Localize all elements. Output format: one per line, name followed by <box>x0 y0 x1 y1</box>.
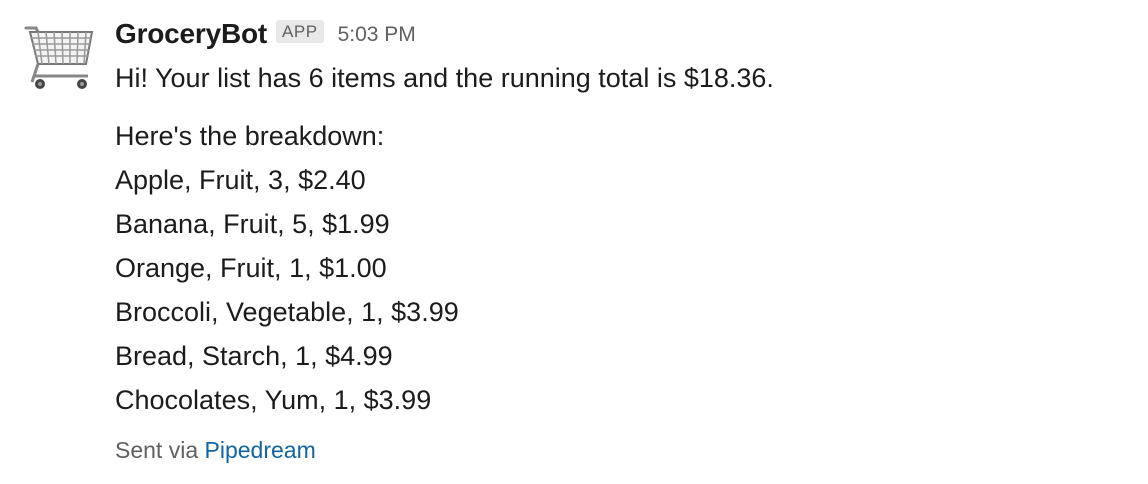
list-item: Broccoli, Vegetable, 1, $3.99 <box>115 297 459 327</box>
list-item: Apple, Fruit, 3, $2.40 <box>115 165 366 195</box>
chat-message: GroceryBot APP 5:03 PM Hi! Your list has… <box>0 0 1148 484</box>
list-item: Banana, Fruit, 5, $1.99 <box>115 209 390 239</box>
message-intro: Hi! Your list has 6 items and the runnin… <box>115 63 774 93</box>
pipedream-link[interactable]: Pipedream <box>205 437 316 463</box>
shopping-cart-icon[interactable] <box>22 20 96 94</box>
message-footer: Sent via Pipedream <box>115 437 1125 464</box>
breakdown-heading: Here's the breakdown: <box>115 121 385 151</box>
message-timestamp[interactable]: 5:03 PM <box>338 23 416 47</box>
footer-prefix: Sent via <box>115 437 199 463</box>
list-item: Bread, Starch, 1, $4.99 <box>115 341 393 371</box>
list-item: Chocolates, Yum, 1, $3.99 <box>115 385 432 415</box>
message-header: GroceryBot APP 5:03 PM <box>115 14 1125 54</box>
list-item: Orange, Fruit, 1, $1.00 <box>115 253 387 283</box>
message-content: GroceryBot APP 5:03 PM Hi! Your list has… <box>115 14 1125 464</box>
app-badge: APP <box>276 19 324 43</box>
sender-name[interactable]: GroceryBot <box>115 18 267 50</box>
breakdown-section: Here's the breakdown: Apple, Fruit, 3, $… <box>115 114 1125 422</box>
